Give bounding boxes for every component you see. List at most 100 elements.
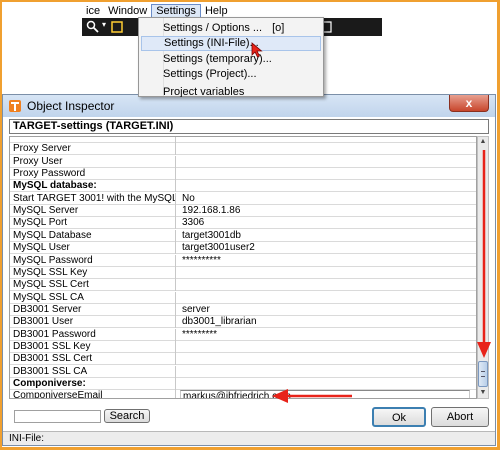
- menu-item-help[interactable]: Help: [201, 4, 232, 18]
- property-value[interactable]: [180, 292, 470, 304]
- property-row[interactable]: MySQL Port 3306: [10, 217, 476, 230]
- abort-button[interactable]: Abort: [431, 407, 489, 427]
- property-value[interactable]: [180, 341, 470, 353]
- property-value[interactable]: [180, 267, 470, 279]
- window-titlebar[interactable]: Object Inspector x: [3, 95, 495, 117]
- property-value[interactable]: [180, 156, 470, 168]
- grip-icon: [481, 371, 485, 377]
- menu-item-label: Settings (Project)...: [163, 68, 257, 80]
- property-name: MySQL SSL Key: [10, 266, 176, 279]
- property-name: MySQL Server: [10, 205, 176, 218]
- property-value[interactable]: [180, 353, 470, 365]
- scroll-down-icon[interactable]: ▼: [478, 388, 488, 398]
- property-row[interactable]: MySQL User target3001user2: [10, 242, 476, 255]
- property-value[interactable]: 3306: [180, 217, 470, 229]
- property-name: Proxy User: [10, 155, 176, 168]
- property-row[interactable]: DB3001 SSL Key: [10, 340, 476, 353]
- property-value[interactable]: [180, 366, 470, 378]
- scroll-up-icon[interactable]: ▲: [478, 137, 488, 147]
- property-name: Proxy Server: [10, 143, 176, 156]
- property-name: Componiverse:: [10, 378, 176, 390]
- property-name: MySQL database:: [10, 180, 176, 193]
- property-name: MySQL Database: [10, 229, 176, 242]
- property-name: ComponiverseEmail: [10, 390, 176, 398]
- property-name: [10, 137, 176, 143]
- property-value[interactable]: [180, 143, 470, 155]
- settings-dropdown-menu: Settings / Options ... [o] Settings (INI-…: [138, 17, 324, 97]
- property-value[interactable]: **********: [180, 255, 470, 267]
- menu-shortcut: [o]: [272, 22, 285, 34]
- property-name: DB3001 User: [10, 316, 176, 329]
- property-name: DB3001 Password: [10, 328, 176, 341]
- close-icon: x: [465, 96, 473, 110]
- property-name: MySQL SSL Cert: [10, 279, 176, 292]
- property-row[interactable]: DB3001 Password *********: [10, 328, 476, 341]
- section-row[interactable]: MySQL database:: [10, 180, 476, 193]
- menu-settings-project[interactable]: Settings (Project)...: [141, 67, 321, 82]
- cursor-icon: [251, 42, 263, 61]
- property-value[interactable]: *********: [180, 329, 470, 341]
- property-name: MySQL Port: [10, 217, 176, 230]
- property-row[interactable]: MySQL SSL CA: [10, 291, 476, 304]
- property-row[interactable]: Proxy Server: [10, 143, 476, 156]
- app-icon: [8, 99, 22, 113]
- status-bar: INI-File:: [3, 431, 495, 445]
- property-row[interactable]: MySQL Server 192.168.1.86: [10, 205, 476, 218]
- settings-header: TARGET-settings (TARGET.INI): [9, 119, 489, 134]
- menu-item-label: Settings / Options ...: [163, 22, 263, 34]
- property-value[interactable]: [180, 279, 470, 291]
- magnifier-icon[interactable]: [86, 20, 100, 37]
- property-value[interactable]: target3001db: [180, 230, 470, 242]
- property-name: DB3001 SSL Key: [10, 340, 176, 353]
- property-name: MySQL SSL CA: [10, 291, 176, 304]
- menu-item-window[interactable]: Window: [104, 4, 151, 18]
- close-button[interactable]: x: [449, 95, 489, 112]
- property-name: MySQL Password: [10, 254, 176, 267]
- menu-project-variables[interactable]: Project variables: [141, 86, 321, 97]
- property-value[interactable]: 192.168.1.86: [180, 205, 470, 217]
- property-name: MySQL User: [10, 242, 176, 255]
- window-title: Object Inspector: [27, 99, 115, 113]
- property-row[interactable]: ComponiverseEmail markus@ibfriedrich.com: [10, 390, 476, 398]
- property-name: Proxy Password: [10, 168, 176, 181]
- dropdown-arrow-icon[interactable]: ▾: [102, 20, 106, 29]
- property-value[interactable]: [180, 168, 470, 180]
- left-arrow-annotation: [272, 389, 352, 403]
- property-row[interactable]: Start TARGET 3001! with the MySQL databa…: [10, 192, 476, 205]
- object-inspector-window: Object Inspector x TARGET-settings (TARG…: [2, 94, 496, 446]
- scrollbar-thumb[interactable]: [478, 361, 488, 387]
- property-value[interactable]: db3001_librarian: [180, 316, 470, 328]
- property-row[interactable]: MySQL Password **********: [10, 254, 476, 267]
- menu-item-settings[interactable]: Settings: [151, 4, 201, 18]
- property-row[interactable]: Proxy Password: [10, 168, 476, 181]
- down-arrow-annotation: [477, 150, 491, 358]
- property-name: DB3001 SSL CA: [10, 365, 176, 378]
- property-row[interactable]: [10, 137, 476, 143]
- menu-item-label: Settings (INI-File)...: [164, 37, 259, 49]
- menubar: ice Window Settings Help: [82, 4, 382, 18]
- search-input[interactable]: [14, 410, 101, 423]
- property-row[interactable]: MySQL SSL Cert: [10, 279, 476, 292]
- property-row[interactable]: DB3001 SSL Cert: [10, 353, 476, 366]
- section-row[interactable]: Componiverse:: [10, 378, 476, 390]
- property-row[interactable]: DB3001 Server server: [10, 303, 476, 316]
- property-row[interactable]: DB3001 SSL CA: [10, 365, 476, 378]
- property-value[interactable]: No: [180, 193, 470, 205]
- property-value[interactable]: [180, 180, 470, 192]
- property-value[interactable]: [180, 137, 470, 143]
- property-name: Start TARGET 3001! with the MySQL databa…: [10, 192, 176, 205]
- search-button[interactable]: Search: [104, 409, 150, 423]
- select-icon[interactable]: [110, 20, 124, 37]
- ok-button[interactable]: Ok: [372, 407, 426, 427]
- property-value[interactable]: server: [180, 304, 470, 316]
- property-grid: Proxy Server Proxy User Proxy Password MySQ…: [9, 136, 477, 399]
- property-row[interactable]: DB3001 User db3001_librarian: [10, 316, 476, 329]
- property-row[interactable]: MySQL SSL Key: [10, 266, 476, 279]
- menu-settings-temporary[interactable]: Settings (temporary)...: [141, 52, 321, 67]
- menu-settings-ini-file[interactable]: Settings (INI-File)...: [141, 36, 321, 51]
- property-row[interactable]: MySQL Database target3001db: [10, 229, 476, 242]
- menu-settings-options[interactable]: Settings / Options ... [o]: [141, 21, 321, 36]
- menu-item-ice[interactable]: ice: [82, 4, 104, 18]
- property-row[interactable]: Proxy User: [10, 155, 476, 168]
- property-value[interactable]: target3001user2: [180, 242, 470, 254]
